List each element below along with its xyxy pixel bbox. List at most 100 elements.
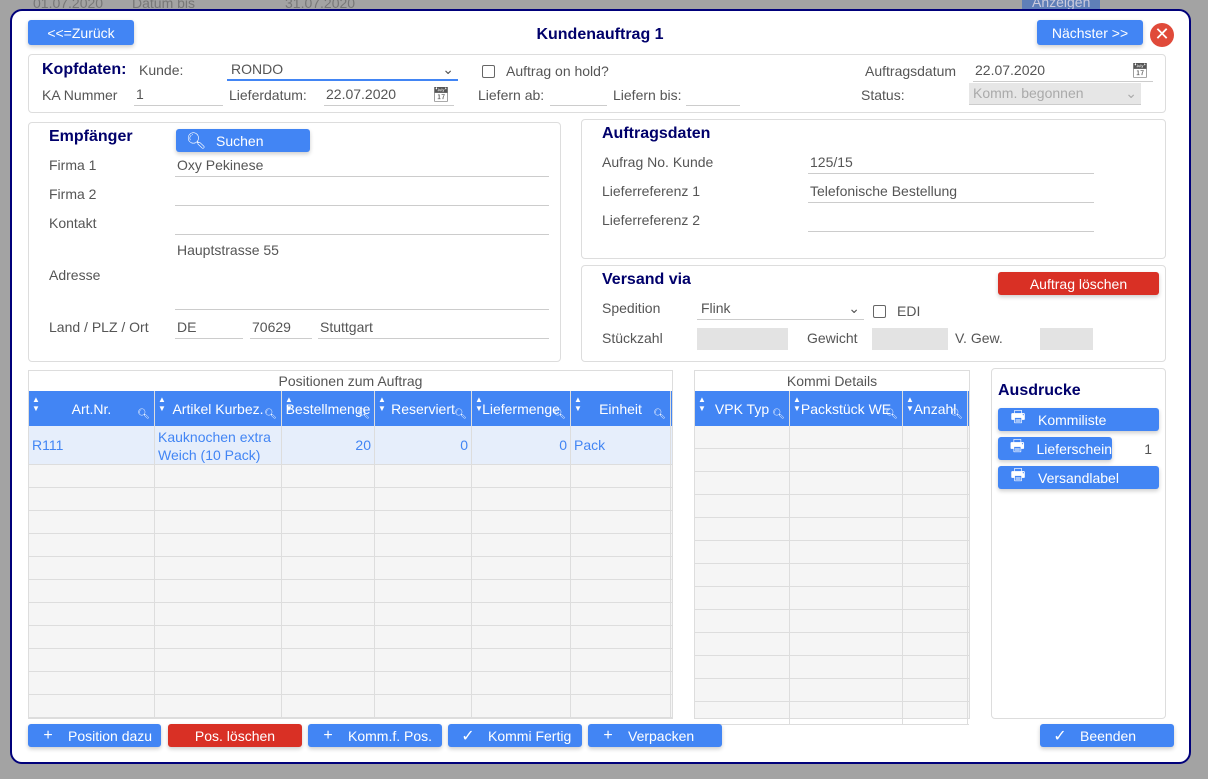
ka-field[interactable]: 1 xyxy=(134,84,223,106)
firma1-field[interactable]: Oxy Pekinese xyxy=(175,155,549,177)
auftrag-nr-field[interactable]: 125/15 xyxy=(808,152,1094,174)
spedition-select[interactable]: Flink ⌄ xyxy=(697,298,864,320)
search-icon[interactable]: 🔍︎ xyxy=(885,409,898,420)
table-row[interactable] xyxy=(695,587,969,610)
calendar-icon[interactable]: 📅︎ xyxy=(432,84,450,104)
table-row[interactable] xyxy=(695,564,969,587)
next-button[interactable]: Nächster >> xyxy=(1037,20,1143,45)
table-row[interactable] xyxy=(695,472,969,495)
table-row[interactable] xyxy=(29,557,672,580)
kontakt-field[interactable] xyxy=(175,213,549,235)
table-row[interactable] xyxy=(29,488,672,511)
lieferschein-button[interactable]: 🖶 Lieferschein xyxy=(998,437,1112,460)
table-row[interactable] xyxy=(695,702,969,725)
column-header[interactable]: ▲ ▼ Art.Nr. 🔍︎ xyxy=(29,391,155,426)
sort-icon[interactable]: ▲ ▼ xyxy=(793,395,801,413)
table-row[interactable] xyxy=(695,518,969,541)
search-icon[interactable]: 🔍︎ xyxy=(653,409,666,420)
sort-icon[interactable]: ▲ ▼ xyxy=(574,395,582,413)
auftragsdatum-field[interactable]: 22.07.2020 📅︎ xyxy=(973,60,1153,82)
search-icon[interactable]: 🔍︎ xyxy=(264,409,277,420)
search-button[interactable]: 🔍︎ Suchen xyxy=(176,129,310,152)
column-header[interactable]: ▲ ▼ Einheit 🔍︎ xyxy=(571,391,671,426)
sort-icon[interactable]: ▲ ▼ xyxy=(378,395,386,413)
sort-icon[interactable]: ▲ ▼ xyxy=(285,395,293,413)
table-row[interactable] xyxy=(29,511,672,534)
table-cell xyxy=(790,702,903,724)
table-row[interactable] xyxy=(695,449,969,472)
search-icon[interactable]: 🔍︎ xyxy=(772,409,785,420)
column-header[interactable]: ▲ ▼ Anzahl 🔍︎ xyxy=(903,391,968,426)
lieferschein-count-field[interactable]: 1 xyxy=(1112,441,1152,457)
ort-field[interactable]: Stuttgart xyxy=(318,317,549,339)
search-icon[interactable]: 🔍︎ xyxy=(137,409,150,420)
calendar-icon[interactable]: 📅︎ xyxy=(1131,60,1149,80)
table-row[interactable] xyxy=(695,633,969,656)
plz-field[interactable]: 70629 xyxy=(250,317,312,339)
table-row[interactable] xyxy=(29,603,672,626)
table-row[interactable] xyxy=(29,580,672,603)
versandlabel-button[interactable]: 🖶 Versandlabel xyxy=(998,466,1159,489)
close-icon[interactable]: ✕ xyxy=(1150,23,1174,47)
gewicht-field[interactable] xyxy=(872,328,948,350)
delete-order-button[interactable]: Auftrag löschen xyxy=(998,272,1159,295)
column-header[interactable]: ▲ ▼ Artikel Kurbez. 🔍︎ xyxy=(155,391,282,426)
adresse-textarea[interactable]: Hauptstrasse 55 xyxy=(175,240,549,310)
sort-icon[interactable]: ▲ ▼ xyxy=(906,395,914,413)
delete-position-button[interactable]: Pos. löschen xyxy=(168,724,302,747)
column-header[interactable]: ▲ ▼ Packstück WE 🔍︎ xyxy=(790,391,903,426)
ref2-field[interactable] xyxy=(808,210,1094,232)
table-row[interactable] xyxy=(29,695,672,718)
column-header[interactable]: ▲ ▼ VPK Typ 🔍︎ xyxy=(695,391,790,426)
search-icon[interactable]: 🔍︎ xyxy=(950,409,963,420)
komm-position-button[interactable]: + Komm.f. Pos. xyxy=(308,724,442,747)
sort-icon[interactable]: ▲ ▼ xyxy=(698,395,706,413)
stueckzahl-field[interactable] xyxy=(697,328,788,350)
edi-checkbox[interactable] xyxy=(873,305,886,318)
sort-icon[interactable]: ▲ ▼ xyxy=(475,395,483,413)
liefern-ab-field[interactable] xyxy=(550,84,607,106)
hold-checkbox[interactable] xyxy=(482,65,495,78)
column-header[interactable]: ▲ ▼ Reserviert 🔍︎ xyxy=(375,391,472,426)
table-row[interactable] xyxy=(29,534,672,557)
status-value: Komm. begonnen xyxy=(973,85,1084,101)
sort-icon[interactable]: ▲ ▼ xyxy=(32,395,40,413)
table-row[interactable] xyxy=(695,610,969,633)
search-icon[interactable]: 🔍︎ xyxy=(357,409,370,420)
sort-icon[interactable]: ▲ ▼ xyxy=(158,395,166,413)
table-row[interactable] xyxy=(695,495,969,518)
column-header[interactable]: ▲ ▼ Liefermenge 🔍︎ xyxy=(472,391,571,426)
table-row[interactable] xyxy=(695,679,969,702)
liefern-bis-field[interactable] xyxy=(686,84,740,106)
kommi-fertig-button[interactable]: ✓ Kommi Fertig xyxy=(448,724,582,747)
table-cell xyxy=(282,534,375,556)
add-position-button[interactable]: + Position dazu xyxy=(28,724,161,747)
kunde-select[interactable]: RONDO ⌄ xyxy=(227,59,458,81)
lieferdatum-field[interactable]: 22.07.2020 📅︎ xyxy=(324,84,454,106)
spedition-label: Spedition xyxy=(602,300,661,316)
search-icon[interactable]: 🔍︎ xyxy=(454,409,467,420)
beenden-button[interactable]: ✓ Beenden xyxy=(1040,724,1174,747)
land-field[interactable]: DE xyxy=(175,317,243,339)
table-row[interactable] xyxy=(29,672,672,695)
table-row[interactable] xyxy=(695,541,969,564)
table-row[interactable] xyxy=(29,649,672,672)
firma2-field[interactable] xyxy=(175,184,549,206)
kommiliste-button[interactable]: 🖶 Kommiliste xyxy=(998,408,1159,431)
vgew-field[interactable] xyxy=(1040,328,1093,350)
ref1-field[interactable]: Telefonische Bestellung xyxy=(808,181,1094,203)
chevron-down-icon: ⌄ xyxy=(848,300,860,316)
table-cell xyxy=(375,695,472,717)
cell-einheit: Pack xyxy=(571,426,671,464)
table-row[interactable] xyxy=(29,626,672,649)
lieferschein-label: Lieferschein xyxy=(1036,440,1113,457)
land-plz-ort-label: Land / PLZ / Ort xyxy=(49,319,149,335)
status-select[interactable]: Komm. begonnen ⌄ xyxy=(969,83,1141,105)
table-row[interactable] xyxy=(695,426,969,449)
table-row[interactable] xyxy=(695,656,969,679)
search-icon[interactable]: 🔍︎ xyxy=(553,409,566,420)
table-row[interactable]: R111 Kauknochen extra Weich (10 Pack) 20… xyxy=(29,426,672,465)
table-row[interactable] xyxy=(29,465,672,488)
column-header[interactable]: ▲ ▼ Bestellmenge 🔍︎ xyxy=(282,391,375,426)
verpacken-button[interactable]: + Verpacken xyxy=(588,724,722,747)
